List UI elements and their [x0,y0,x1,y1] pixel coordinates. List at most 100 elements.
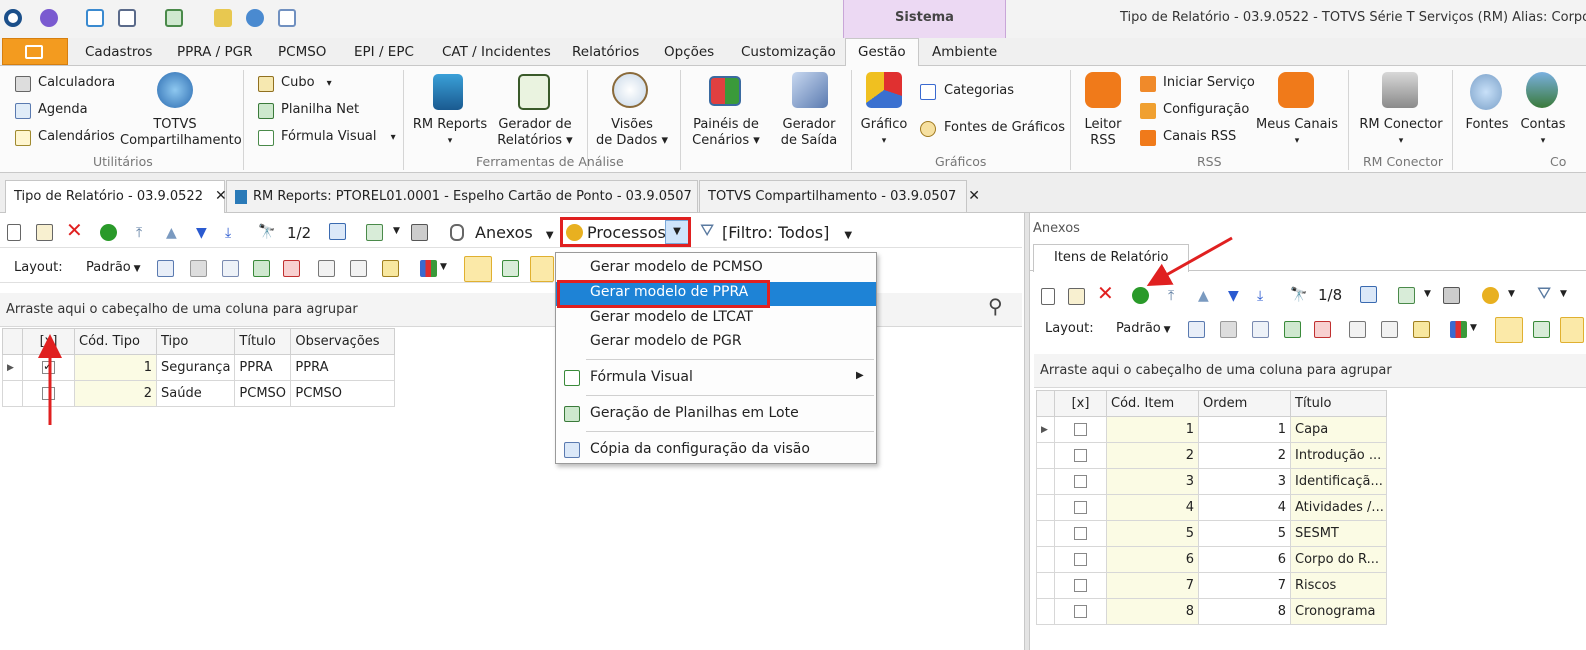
web-icon[interactable] [246,9,264,27]
grid-icon[interactable] [1252,321,1269,338]
save-layout-icon[interactable] [1188,321,1205,338]
cell-ordem[interactable]: 4 [1198,494,1291,521]
copy-icon[interactable] [278,9,296,27]
configuracao-button[interactable]: Configuração [1163,102,1249,117]
cell-ordem[interactable]: 6 [1198,546,1291,573]
cell-cod-item[interactable]: 5 [1106,520,1199,547]
cell-ordem[interactable]: 8 [1198,598,1291,625]
new-icon[interactable] [1041,288,1055,305]
highlight-rows-icon[interactable] [382,260,399,277]
file-menu-button[interactable] [2,38,68,65]
detail-view-icon[interactable] [1560,317,1584,343]
table-row[interactable]: ▶ 1 Segurança PPRA PPRA [2,354,396,381]
refresh-icon[interactable] [100,224,117,241]
menu-item-geracao-planilhas[interactable]: Geração de Planilhas em Lote [556,403,876,427]
anexos-button[interactable]: Anexos ▼ [475,223,554,242]
paineis-cenarios-button[interactable]: Painéis de Cenários ▾ [685,117,767,149]
gerador-relatorios-button[interactable]: Gerador de Relatórios ▾ [492,117,578,149]
tab-ambiente[interactable]: Ambiente [932,44,997,60]
find-icon[interactable]: 🔭 [258,224,275,241]
chart-dropdown-icon[interactable]: ▼ [1470,323,1477,333]
column-header-check[interactable]: [x] [1054,390,1107,417]
cell-titulo[interactable]: Capa [1290,416,1387,443]
tab-gestao[interactable]: Gestão [845,38,919,67]
calendar-grid-icon[interactable] [329,223,346,240]
table-row[interactable]: 2 Saúde PCMSO PCMSO [2,380,396,407]
cell-ordem[interactable]: 3 [1198,468,1291,495]
checkbox[interactable] [1074,527,1087,540]
table-row[interactable]: 6 6 Corpo do R... [1036,546,1387,573]
table-row[interactable]: ▶ 1 1 Capa [1036,416,1387,443]
column-header-check[interactable]: [x] [22,328,75,355]
tab-pcmso[interactable]: PCMSO [278,44,326,60]
bar-chart-icon[interactable] [1450,321,1467,338]
window-icon[interactable] [86,9,104,27]
visoes-dados-button[interactable]: Visões de Dados ▾ [590,117,674,149]
first-record-icon[interactable]: ⤒ [136,226,153,243]
export-layout-icon[interactable] [283,260,300,277]
export-icon[interactable] [165,9,183,27]
cell-titulo[interactable]: Atividades /... [1290,494,1387,521]
cell-cod-item[interactable]: 7 [1106,572,1199,599]
chart-dropdown-icon[interactable]: ▼ [440,262,447,272]
checkbox[interactable] [1074,501,1087,514]
cell-cod-item[interactable]: 2 [1106,442,1199,469]
grafico-button[interactable]: Gráfico ▾ [858,117,910,149]
row-checkbox[interactable] [1054,494,1107,521]
menu-item-formula-visual[interactable]: Fórmula Visual [556,367,876,391]
row-checkbox[interactable] [22,380,75,407]
formula-visual-button[interactable]: Fórmula Visual ▾ [281,129,396,144]
import-layout-icon[interactable] [253,260,270,277]
column-header-cod-tipo[interactable]: Cód. Tipo [74,328,157,355]
layout-copy-icon[interactable] [190,260,207,277]
import-layout-icon[interactable] [1284,321,1301,338]
next-record-icon[interactable]: ▼ [196,226,213,243]
next-record-icon[interactable]: ▼ [1228,289,1245,306]
cell-cod-item[interactable]: 8 [1106,598,1199,625]
filter-icon[interactable]: ⛛ [1537,285,1554,303]
cell-observacoes[interactable]: PCMSO [290,380,396,407]
table-row[interactable]: 3 3 Identificaçã... [1036,468,1387,495]
processes-dropdown-icon[interactable]: ▼ [1508,289,1515,299]
checkbox[interactable] [1074,553,1087,566]
new-icon[interactable] [7,224,21,241]
checkbox[interactable] [42,359,55,374]
menu-item-gerar-pgr[interactable]: Gerar modelo de PGR [556,331,876,355]
app-logo-icon[interactable] [4,9,22,27]
rm-reports-button[interactable]: RM Reports ▾ [410,117,490,149]
globe-menu-icon[interactable] [40,9,58,27]
cell-cod-tipo[interactable]: 1 [74,354,157,381]
print-icon[interactable] [411,224,428,241]
processes-icon[interactable] [1482,287,1499,304]
canais-rss-button[interactable]: Canais RSS [1163,129,1236,144]
gerador-saida-button[interactable]: Gerador de Saída [772,117,846,149]
menu-item-gerar-pcmso[interactable]: Gerar modelo de PCMSO [556,257,876,281]
checkbox[interactable] [1074,579,1087,592]
export-arrow-icon[interactable] [1398,287,1415,304]
agenda-button[interactable]: Agenda [38,102,88,117]
tab-itens-relatorio[interactable]: Itens de Relatório [1033,244,1189,272]
calendarios-button[interactable]: Calendários [38,129,115,144]
tab-epi-epc[interactable]: EPI / EPC [354,44,414,60]
table-row[interactable]: 2 2 Introdução ... [1036,442,1387,469]
export-dropdown-icon[interactable]: ▼ [393,226,400,236]
cell-ordem[interactable]: 5 [1198,520,1291,547]
window-menu-icon[interactable] [118,9,136,27]
table-row[interactable]: 4 4 Atividades /... [1036,494,1387,521]
group-by-area[interactable]: Arraste aqui o cabeçalho de uma coluna p… [1034,354,1586,388]
cell-titulo[interactable]: Corpo do R... [1290,546,1387,573]
doc-tab-totvs-compartilhamento[interactable]: TOTVS Compartilhamento - 03.9.0507 ✕ [699,180,980,212]
checkbox[interactable] [42,387,55,400]
column-header-cod-item[interactable]: Cód. Item [1106,390,1199,417]
edit-icon[interactable] [36,224,53,241]
cubo-button[interactable]: Cubo ▾ [281,75,332,90]
contas-button[interactable]: Contas ▾ [1518,117,1568,149]
checkbox[interactable] [1074,423,1087,436]
row-checkbox[interactable] [1054,546,1107,573]
table-row[interactable]: 5 5 SESMT [1036,520,1387,547]
cell-titulo[interactable]: SESMT [1290,520,1387,547]
row-checkbox[interactable] [1054,598,1107,625]
last-record-icon[interactable]: ⤓ [225,226,242,243]
cell-titulo[interactable]: Identificaçã... [1290,468,1387,495]
export-layout-icon[interactable] [1314,321,1331,338]
